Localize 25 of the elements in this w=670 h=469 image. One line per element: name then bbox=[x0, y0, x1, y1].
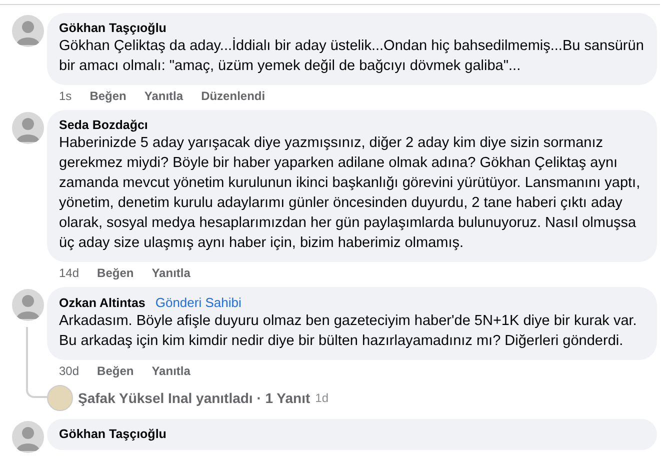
reply-avatar-icon bbox=[47, 385, 73, 411]
comment-action-link[interactable]: Yanıtla bbox=[152, 364, 190, 378]
author-name[interactable]: Gökhan Taşçıoğlu bbox=[59, 427, 166, 441]
comment-action-link[interactable]: Beğen bbox=[97, 364, 134, 378]
comment-time: 14d bbox=[59, 266, 80, 280]
author-name[interactable]: Seda Bozdağcı bbox=[59, 118, 148, 132]
avatar-silhouette-icon[interactable] bbox=[12, 421, 44, 453]
comment-text: Gökhan Çeliktaş da aday...İddialı bir aday üstelik...Ondan hiç bahsedilmemiş...Bu sansürün bir amacı olmalı: "amaç, üzüm yemek değil de bağcıyı dövmek galiba"... bbox=[59, 36, 645, 76]
comment-time: 30d bbox=[59, 364, 80, 378]
comment-action-link[interactable]: Beğen bbox=[97, 266, 134, 280]
author-name[interactable]: Ozkan Altintas bbox=[59, 296, 146, 310]
comment-action-link[interactable]: Yanıtla bbox=[144, 89, 184, 103]
view-replies-link[interactable]: Şafak Yüksel Inal yanıtladı · 1 Yanıt bbox=[78, 390, 310, 406]
avatar-silhouette-icon[interactable] bbox=[12, 289, 44, 321]
comment-action-link[interactable]: Beğen bbox=[90, 89, 126, 103]
comment-text: Haberinizde 5 aday yarışacak diye yazmışsınız, diğer 2 aday kim diye sizin sormanız gerekmez miydi? Böyle bir haber yaparken adilane olmak adına? Gökhan Çeliktaş aynı zamanda mevcut yönetim kurulunun ikinci başkanlığı görevini yürütüyor. Lansmanını yaptı, yönetim, denetim kurulu adaylarımı günler öncesinden duyurdu, 2 tane haberi çıktı aday olarak, sosyal medya hesaplarımızdan her gün paylaşımlarda bulunuyoruz. Nasıl olmuşsa üç aday size ulaşmış aynı haber için, bizim haberimiz olmamış. bbox=[59, 134, 642, 253]
avatar-silhouette-icon[interactable] bbox=[12, 15, 44, 47]
reply-time: 1d bbox=[315, 391, 329, 405]
author-role-label: Gönderi Sahibi bbox=[155, 295, 242, 310]
author-name[interactable]: Gökhan Taşçıoğlu bbox=[59, 21, 166, 35]
comment-text: Arkadasım. Böyle afişle duyuru olmaz ben gazeteciyim haber'de 5N+1K diye bir kurak var. Bu arkadaş için kim kimdir nedir diye bir bülten hazırlayamadınız mı? Diğerleri gönderdi. bbox=[59, 312, 638, 351]
comment-action-link[interactable]: Düzenlendi bbox=[201, 89, 266, 103]
avatar-silhouette-icon[interactable] bbox=[12, 112, 44, 144]
comment-time: 1s bbox=[59, 89, 72, 103]
comment-action-link[interactable]: Yanıtla bbox=[152, 266, 190, 280]
